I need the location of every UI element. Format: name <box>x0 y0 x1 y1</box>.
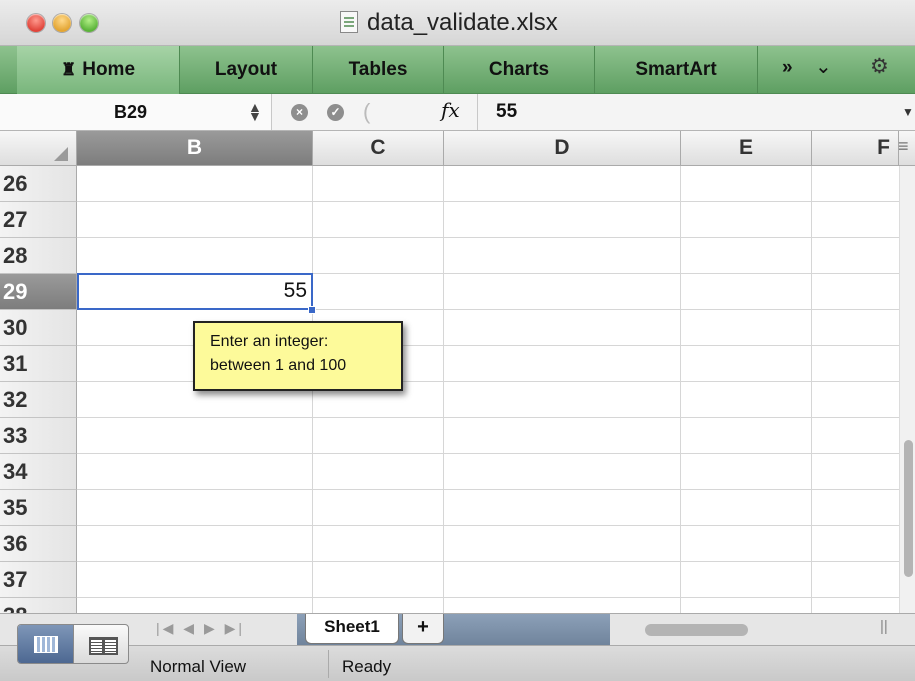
status-view-mode: Normal View <box>150 657 247 676</box>
row-gridline <box>77 201 899 202</box>
split-view-icon[interactable]: ≡ <box>898 136 909 157</box>
sheet-navigation-arrows-icon[interactable]: |◀ ◀ ▶ ▶| <box>156 620 245 637</box>
tab-home-label: Home <box>82 59 136 80</box>
row-header-33[interactable]: 33 <box>0 418 77 454</box>
zoom-window-button[interactable] <box>80 14 98 32</box>
vertical-scroll-thumb[interactable] <box>904 440 913 577</box>
chevron-down-icon[interactable]: ⌄ <box>815 54 832 79</box>
data-validation-input-message: Enter an integer: between 1 and 100 <box>193 321 403 391</box>
row-header-27[interactable]: 27 <box>0 202 77 238</box>
ribbon-tab-bar: ♜ Home Layout Tables Charts SmartArt » ⌄ … <box>0 46 915 94</box>
sheet-tab-sheet1[interactable]: Sheet1 <box>305 614 399 644</box>
tab-home[interactable]: ♜ Home <box>17 46 180 94</box>
column-header-c[interactable]: C <box>313 131 444 165</box>
tab-charts[interactable]: Charts <box>444 46 595 94</box>
column-header-e[interactable]: E <box>681 131 812 165</box>
tab-layout[interactable]: Layout <box>180 46 313 94</box>
tab-tables[interactable]: Tables <box>313 46 444 94</box>
row-header-37[interactable]: 37 <box>0 562 77 598</box>
row-header-35[interactable]: 35 <box>0 490 77 526</box>
page-layout-view-button[interactable] <box>75 625 129 663</box>
horizontal-scroll-thumb[interactable] <box>645 624 748 636</box>
formula-input[interactable]: 55 <box>496 101 517 123</box>
expand-formula-icon[interactable]: ▼ <box>902 105 914 119</box>
column-gridline <box>443 166 444 613</box>
function-paren-icon[interactable]: ( <box>363 99 370 125</box>
cancel-entry-button[interactable]: × <box>291 104 308 121</box>
input-message-line-1: Enter an integer: <box>210 333 329 350</box>
row-gridline <box>77 561 899 562</box>
column-header-b[interactable]: B <box>77 131 313 165</box>
row-header-32[interactable]: 32 <box>0 382 77 418</box>
column-gridline <box>811 166 812 613</box>
row-header-31[interactable]: 31 <box>0 346 77 382</box>
select-all-button[interactable] <box>0 131 77 165</box>
window-title: data_validate.xlsx <box>367 9 558 36</box>
formula-divider <box>477 94 478 130</box>
house-icon: ♜ <box>60 60 77 79</box>
active-cell-b29[interactable]: 55 <box>77 273 313 310</box>
row-gridline <box>77 597 899 598</box>
gear-icon[interactable]: ⚙ <box>870 54 889 79</box>
add-sheet-button[interactable]: + <box>402 614 444 644</box>
row-header-36[interactable]: 36 <box>0 526 77 562</box>
name-box-stepper-icon[interactable]: ▲ ▼ <box>248 100 262 123</box>
column-header-d[interactable]: D <box>444 131 681 165</box>
title-bar: data_validate.xlsx <box>0 0 915 46</box>
spreadsheet-document-icon <box>340 11 358 33</box>
status-ready: Ready <box>342 657 392 676</box>
row-gridline <box>77 417 899 418</box>
row-header-29[interactable]: 29 <box>0 274 77 310</box>
insert-function-button[interactable]: fx <box>441 98 460 122</box>
row-header-28[interactable]: 28 <box>0 238 77 274</box>
close-window-button[interactable] <box>27 14 45 32</box>
vertical-scrollbar[interactable] <box>899 166 915 613</box>
name-box[interactable]: B29 <box>0 94 272 130</box>
normal-view-button[interactable] <box>18 625 74 663</box>
cell-grid[interactable]: 26 27 28 29 30 31 32 33 34 35 36 37 38 5… <box>0 166 915 613</box>
view-mode-toggle <box>17 624 129 664</box>
column-headers: B C D E F ≡ <box>0 131 915 166</box>
confirm-entry-button[interactable]: ✓ <box>327 104 344 121</box>
row-gridline <box>77 237 899 238</box>
sheet-tab-bar: |◀ ◀ ▶ ▶| Sheet1 + || <box>0 613 915 645</box>
input-message-line-2: between 1 and 100 <box>210 357 347 374</box>
split-handle-icon[interactable]: || <box>880 618 888 635</box>
row-header-38[interactable]: 38 <box>0 598 77 613</box>
row-header-30[interactable]: 30 <box>0 310 77 346</box>
tab-smartart[interactable]: SmartArt <box>595 46 758 94</box>
row-header-34[interactable]: 34 <box>0 454 77 490</box>
minimize-window-button[interactable] <box>53 14 71 32</box>
row-gridline <box>77 453 899 454</box>
status-divider <box>328 650 329 678</box>
column-header-f[interactable]: F <box>812 131 899 165</box>
status-bar: Normal View Ready <box>0 645 915 681</box>
fill-handle[interactable] <box>308 306 316 314</box>
row-gridline <box>77 525 899 526</box>
formula-bar: B29 ▲ ▼ × ✓ ( fx 55 ▼ <box>0 94 915 131</box>
row-header-26[interactable]: 26 <box>0 166 77 202</box>
more-tabs-button[interactable]: » <box>782 57 793 79</box>
row-gridline <box>77 489 899 490</box>
column-gridline <box>680 166 681 613</box>
